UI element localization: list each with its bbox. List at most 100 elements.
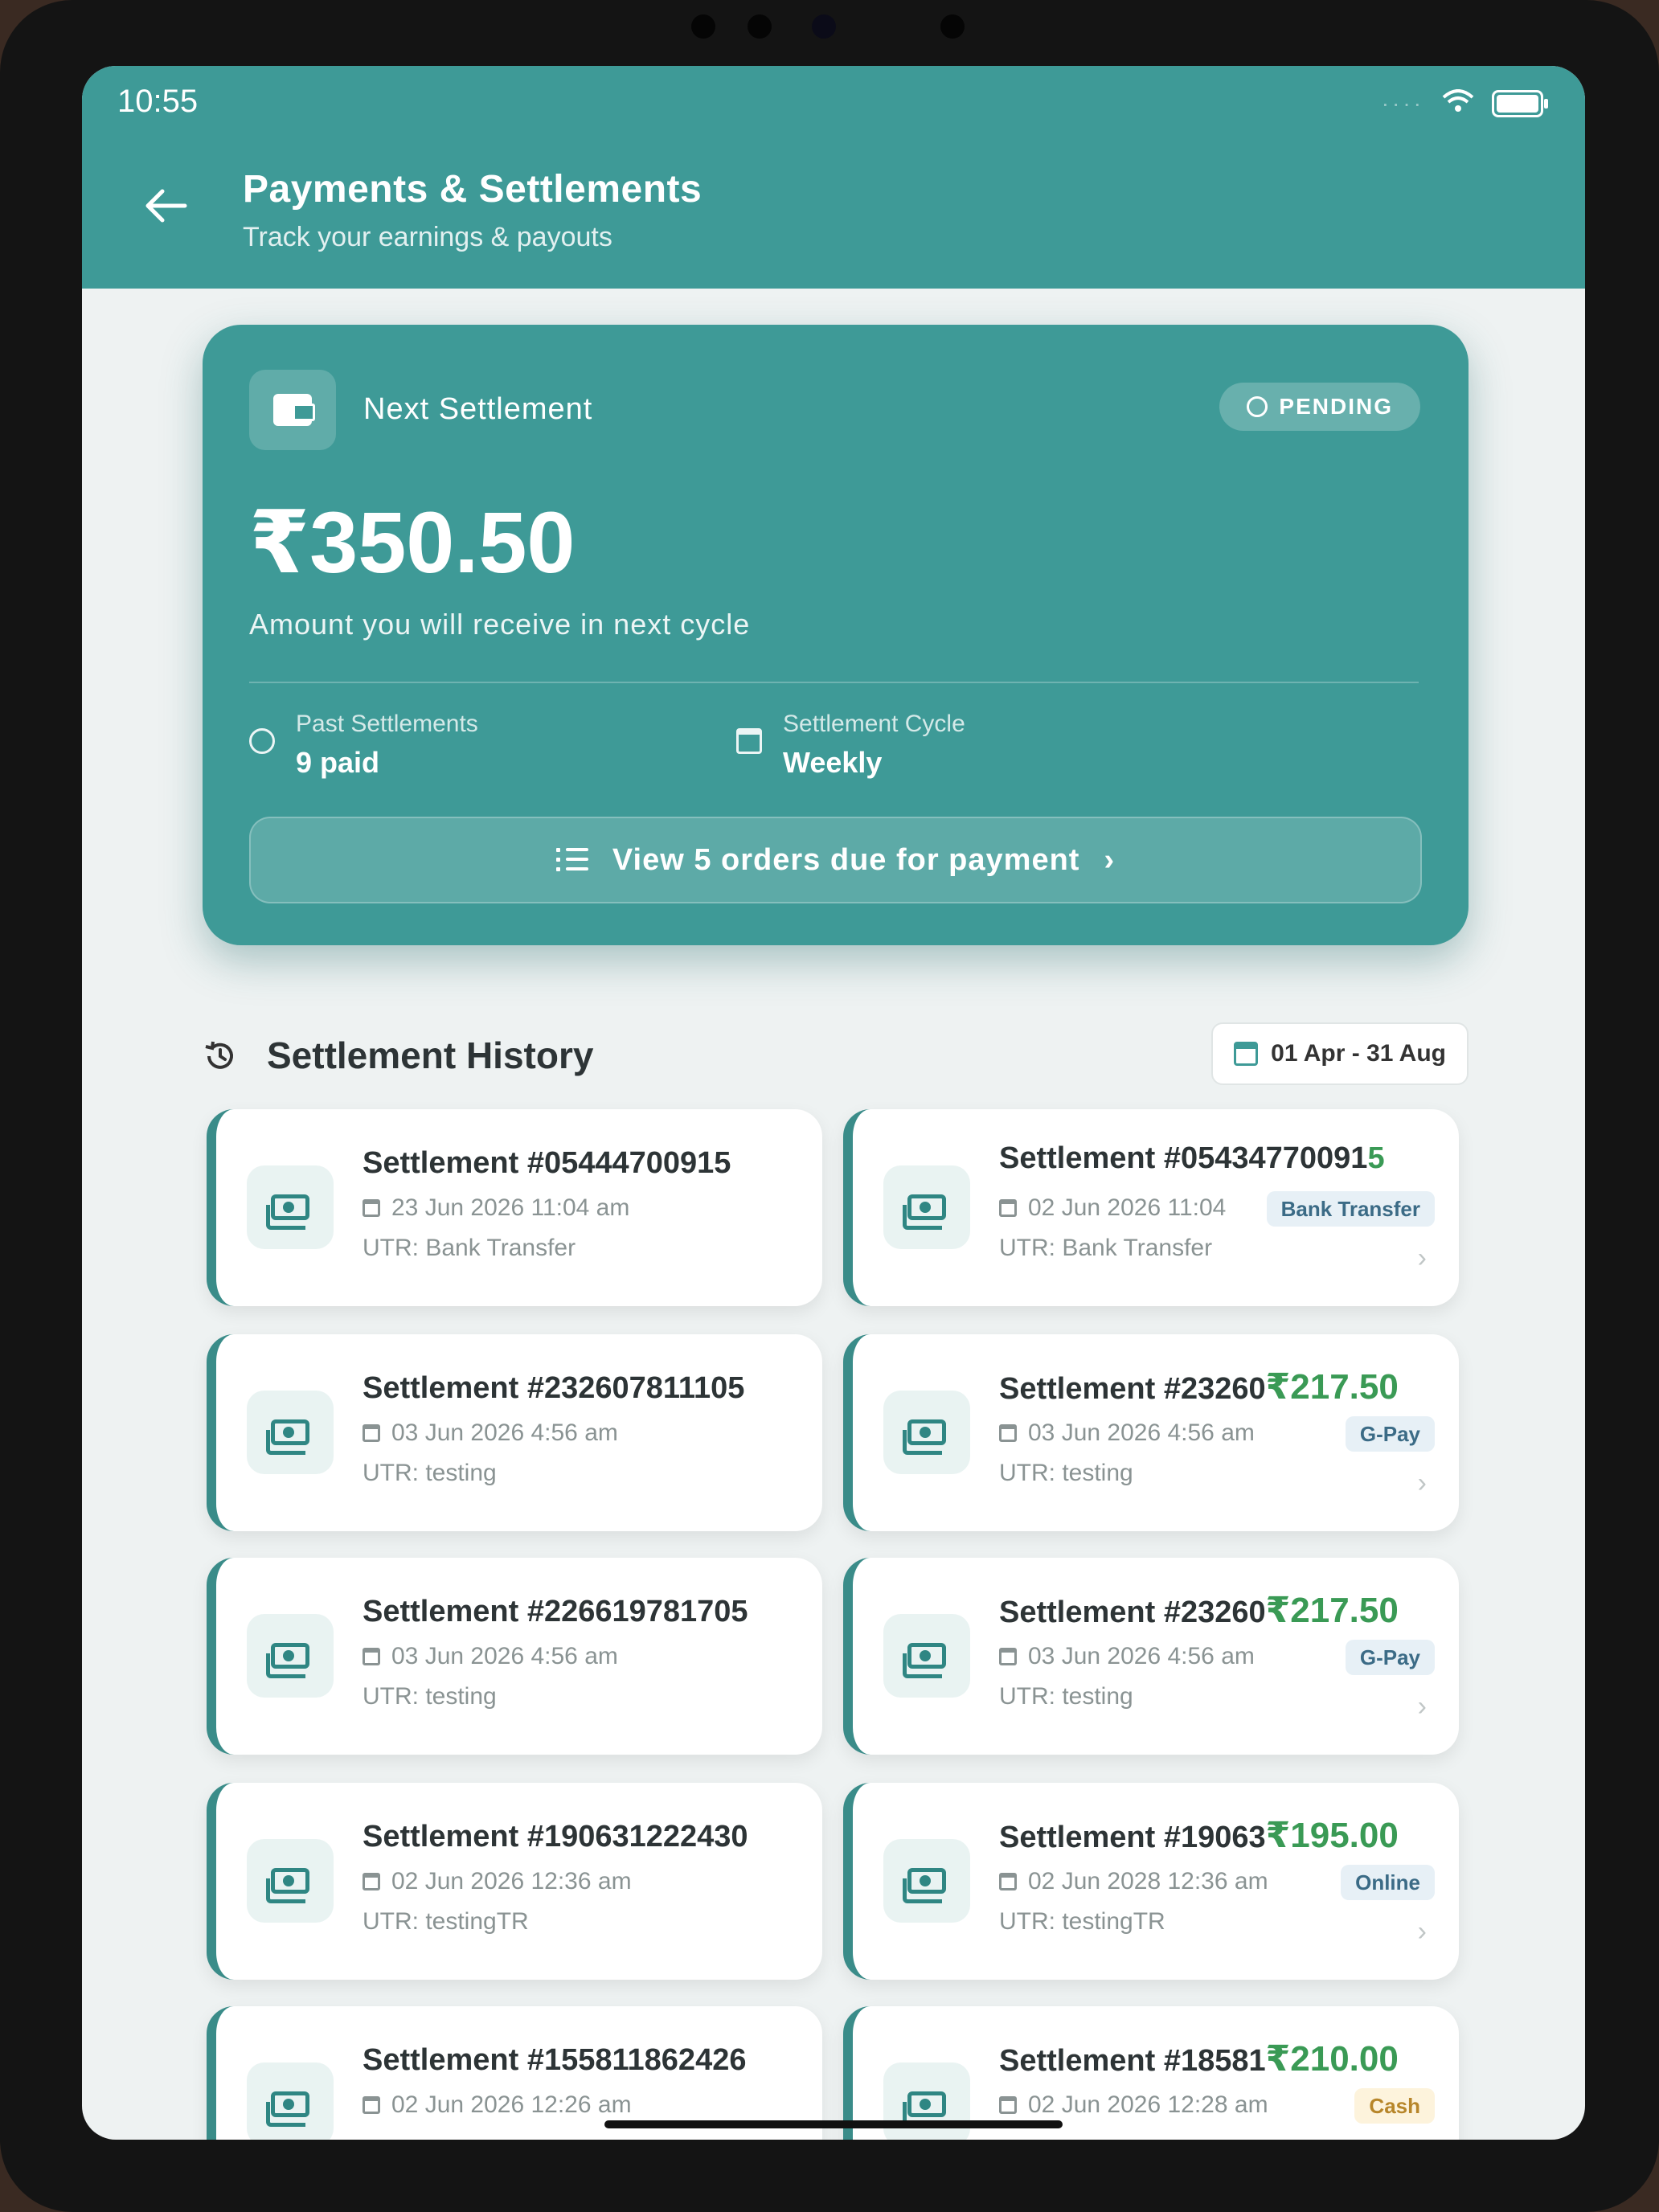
settlement-utr: UTR: testingTR [363, 1908, 529, 1935]
settlement-date: 03 Jun 2026 4:56 am [363, 1419, 618, 1447]
calendar-icon [363, 2096, 380, 2114]
chevron-right-icon: › [1104, 842, 1116, 877]
settlement-title: Settlement #18581₹210.00 [999, 2039, 1399, 2079]
settlement-card[interactable]: Settlement #226619781705 03 Jun 2026 4:5… [207, 1558, 822, 1755]
calendar-icon [1234, 1042, 1259, 1066]
check-circle-icon [249, 728, 275, 754]
settlement-utr: UTR: testingTR [999, 1908, 1165, 1935]
history-header: Settlement History 01 Apr - 31 Aug [203, 1022, 1469, 1087]
page-subtitle: Track your earnings & payouts [243, 222, 612, 252]
settlement-card[interactable]: Settlement #19063₹195.00 02 Jun 2028 12:… [843, 1783, 1459, 1980]
wifi-icon [1442, 87, 1474, 121]
page-title: Payments & Settlements [243, 168, 703, 211]
settlement-date: 03 Jun 2026 4:56 am [999, 1419, 1255, 1447]
settlement-utr: UTR: testing [999, 1683, 1133, 1710]
past-settlements-caption: Past Settlements [296, 711, 478, 737]
settlement-title: Settlement #232607811105 [363, 1371, 745, 1405]
settlement-date: 02 Jun 2026 11:04 [999, 1194, 1226, 1222]
divider [249, 682, 1419, 683]
calendar-icon [999, 1648, 1017, 1665]
tablet-bezel: 10:55 ···· Payments & Settlements Track … [0, 0, 1659, 2212]
battery-icon [1492, 90, 1548, 117]
camera-cluster [691, 14, 965, 39]
next-settlement-card: Next Settlement PENDING ₹350.50 Amount y… [203, 325, 1469, 945]
settlement-utr: UTR: testing [363, 1683, 497, 1710]
settlement-date: 03 Jun 2026 4:56 am [363, 1643, 618, 1670]
chevron-right-icon: › [1417, 1691, 1427, 1722]
wallet-icon [249, 370, 336, 450]
money-icon [247, 1839, 334, 1923]
date-range-filter[interactable]: 01 Apr - 31 Aug [1211, 1022, 1469, 1085]
chevron-right-icon: › [1417, 1243, 1427, 1273]
calendar-icon [999, 1424, 1017, 1442]
signal-icon: ···· [1381, 91, 1424, 116]
calendar-icon [999, 2096, 1017, 2114]
status-badge: PENDING [1219, 383, 1420, 431]
date-range-label: 01 Apr - 31 Aug [1271, 1040, 1446, 1067]
clock-icon [1247, 396, 1268, 417]
settlement-cycle-caption: Settlement Cycle [783, 711, 965, 737]
settlement-date: 02 Jun 2028 12:36 am [999, 1868, 1268, 1895]
past-settlements-value: 9 paid [296, 746, 380, 779]
settlement-date: 02 Jun 2026 12:28 am [999, 2091, 1268, 2119]
calendar-icon [736, 728, 762, 754]
settlement-utr: UTR: Bank Transfer [999, 1235, 1213, 1261]
settlement-date: 02 Jun 2026 12:36 am [363, 1868, 632, 1895]
chevron-right-icon: › [1417, 1916, 1427, 1947]
view-orders-label: View 5 orders due for payment [612, 842, 1080, 877]
settlement-title: Settlement #05444700915 [363, 1146, 731, 1180]
money-icon [883, 1839, 970, 1923]
calendar-icon [363, 1873, 380, 1890]
settlement-date: 23 Jun 2026 11:04 am [363, 1194, 629, 1222]
settlement-date: 02 Jun 2026 12:26 am [363, 2091, 632, 2119]
settlement-utr: UTR: testing [363, 1460, 497, 1486]
settlement-title: Settlement #19063₹195.00 [999, 1816, 1399, 1855]
settlement-card[interactable]: Settlement #190631222430 02 Jun 2026 12:… [207, 1783, 822, 1980]
settlement-card[interactable]: Settlement #232607811105 03 Jun 2026 4:5… [207, 1334, 822, 1531]
view-orders-button[interactable]: View 5 orders due for payment › [249, 817, 1422, 903]
settlement-card[interactable]: Settlement #054347700915 02 Jun 2026 11:… [843, 1109, 1459, 1306]
calendar-icon [999, 1873, 1017, 1890]
calendar-icon [999, 1199, 1017, 1217]
settlement-amount: ₹350.50 [249, 494, 576, 591]
chevron-right-icon: › [1417, 1468, 1427, 1498]
settlement-title: Settlement #054347700915 [999, 1141, 1385, 1175]
payment-mode-badge: Online [1341, 1865, 1435, 1900]
money-icon [247, 1391, 334, 1474]
settlement-card[interactable]: Settlement #05444700915 23 Jun 2026 11:0… [207, 1109, 822, 1306]
settlement-title: Settlement #23260₹217.50 [999, 1367, 1399, 1407]
settlement-utr: UTR: testing [999, 1460, 1133, 1486]
history-icon [203, 1038, 238, 1074]
home-indicator[interactable] [604, 2120, 1063, 2128]
money-icon [247, 1165, 334, 1249]
calendar-icon [363, 1648, 380, 1665]
money-icon [247, 1614, 334, 1698]
history-title: Settlement History [267, 1034, 594, 1076]
payment-mode-badge: G-Pay [1345, 1640, 1435, 1675]
settlement-title: Settlement #155811862426 [363, 2043, 747, 2077]
money-icon [883, 1391, 970, 1474]
back-arrow-icon[interactable] [138, 180, 195, 236]
settlement-card[interactable]: Settlement #23260₹217.50 03 Jun 2026 4:5… [843, 1558, 1459, 1755]
next-settlement-label: Next Settlement [363, 392, 593, 426]
app-header: 10:55 ···· Payments & Settlements Track … [82, 66, 1585, 289]
list-icon [555, 848, 588, 872]
status-time: 10:55 [117, 84, 199, 119]
money-icon [883, 1165, 970, 1249]
calendar-icon [363, 1424, 380, 1442]
payment-mode-badge: G-Pay [1345, 1416, 1435, 1452]
settlement-title: Settlement #190631222430 [363, 1820, 748, 1854]
settlement-title: Settlement #226619781705 [363, 1595, 748, 1628]
settlement-date: 03 Jun 2026 4:56 am [999, 1643, 1255, 1670]
settlement-card[interactable]: Settlement #23260₹217.50 03 Jun 2026 4:5… [843, 1334, 1459, 1531]
app-screen: 10:55 ···· Payments & Settlements Track … [82, 66, 1585, 2140]
settlement-title: Settlement #23260₹217.50 [999, 1591, 1399, 1630]
money-icon [247, 2062, 334, 2140]
payment-mode-badge: Bank Transfer [1266, 1191, 1435, 1227]
calendar-icon [363, 1199, 380, 1217]
settlement-cycle-value: Weekly [783, 746, 883, 779]
status-icons: ···· [1381, 87, 1548, 121]
money-icon [883, 1614, 970, 1698]
payment-mode-badge: Cash [1354, 2088, 1435, 2124]
settlement-description: Amount you will receive in next cycle [249, 608, 751, 641]
